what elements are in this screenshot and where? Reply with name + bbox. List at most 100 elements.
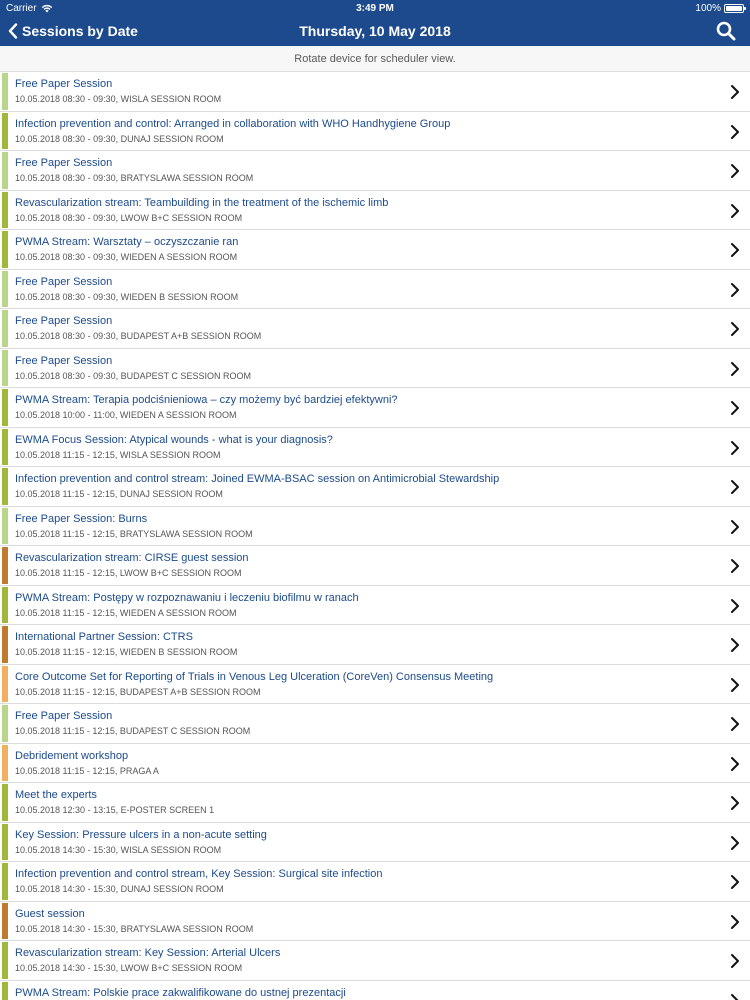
session-color-indicator — [2, 744, 8, 781]
session-color-indicator — [2, 310, 8, 347]
session-time-location: 10.05.2018 11:15 - 12:15, LWOW B+C SESSI… — [15, 568, 242, 578]
session-row[interactable]: PWMA Stream: Warsztaty – oczyszczanie ra… — [0, 230, 750, 270]
session-row[interactable]: PWMA Stream: Polskie prace zakwalifikowa… — [0, 980, 750, 1000]
session-color-indicator — [2, 428, 8, 465]
session-row[interactable]: Free Paper Session 10.05.2018 08:30 - 09:… — [0, 309, 750, 349]
navigation-bar: Sessions by Date Thursday, 10 May 2018 — [0, 16, 750, 46]
session-row[interactable]: Key Session: Pressure ulcers in a non-ac… — [0, 822, 750, 862]
chevron-right-icon — [731, 85, 739, 99]
session-color-indicator — [2, 507, 8, 544]
session-color-indicator — [2, 665, 8, 702]
chevron-right-icon — [731, 401, 739, 415]
status-left: Carrier — [6, 3, 53, 14]
chevron-right-icon — [731, 717, 739, 731]
status-time: 3:49 PM — [356, 2, 394, 14]
rotate-hint: Rotate device for scheduler view. — [0, 46, 750, 72]
session-color-indicator — [2, 784, 8, 821]
session-row[interactable]: EWMA Focus Session: Atypical wounds - wh… — [0, 427, 750, 467]
session-color-indicator — [2, 112, 8, 149]
session-row[interactable]: International Partner Session: CTRS 10.05… — [0, 625, 750, 665]
session-title: Core Outcome Set for Reporting of Trials… — [15, 670, 494, 683]
session-time-location: 10.05.2018 11:15 - 12:15, PRAGA A — [15, 765, 159, 776]
session-color-indicator — [2, 547, 8, 584]
session-row[interactable]: Free Paper Session 10.05.2018 08:30 - 09:… — [0, 348, 750, 388]
session-row[interactable]: Infection prevention and control stream:… — [0, 467, 750, 507]
session-row[interactable]: Free Paper Session 10.05.2018 11:15 - 12:… — [0, 704, 750, 744]
session-color-indicator — [2, 468, 8, 505]
session-title: Revascularization stream: Key Session: A… — [15, 947, 281, 959]
back-button[interactable]: Sessions by Date — [8, 16, 138, 46]
session-time-location: 10.05.2018 14:30 - 15:30, DUNAJ SESSION … — [15, 884, 224, 894]
session-title: Debridement workshop — [15, 749, 129, 762]
session-title: Infection prevention and control stream:… — [15, 473, 500, 485]
session-color-indicator — [2, 191, 8, 228]
session-time-location: 10.05.2018 08:30 - 09:30, WISLA SESSION … — [15, 94, 222, 104]
session-color-indicator — [2, 863, 8, 900]
session-title: Free Paper Session — [15, 354, 113, 367]
chevron-right-icon — [731, 440, 739, 455]
session-time-location: 10.05.2018 11:15 - 12:15, WIEDEN A SESSI… — [15, 607, 237, 618]
session-row[interactable]: Free Paper Session 10.05.2018 08:30 - 09:… — [0, 151, 750, 191]
chevron-right-icon — [731, 282, 739, 297]
session-color-indicator — [2, 389, 8, 426]
session-time-location: 10.05.2018 08:30 - 09:30, BUDAPEST C SES… — [15, 370, 251, 381]
session-time-location: 10.05.2018 14:30 - 15:30, BRATYSLAWA SES… — [15, 923, 254, 934]
session-title: Infection prevention and control stream,… — [15, 868, 383, 880]
session-title: Free Paper Session — [15, 78, 113, 90]
session-row[interactable]: Debridement workshop 10.05.2018 11:15 - 1… — [0, 743, 750, 783]
session-row[interactable]: Free Paper Session 10.05.2018 08:30 - 09:… — [0, 269, 750, 309]
session-row[interactable]: Free Paper Session 10.05.2018 08:30 - 09:… — [0, 72, 750, 112]
session-row[interactable]: Infection prevention and control stream,… — [0, 862, 750, 902]
search-button[interactable] — [716, 21, 736, 41]
session-title: EWMA Focus Session: Atypical wounds - wh… — [15, 433, 333, 446]
chevron-right-icon — [731, 203, 739, 218]
session-color-indicator — [2, 902, 8, 939]
chevron-right-icon — [731, 124, 739, 139]
chevron-right-icon — [731, 361, 739, 376]
session-row[interactable]: Revascularization stream: Key Session: A… — [0, 941, 750, 981]
session-row[interactable]: Revascularization stream: CIRSE guest se… — [0, 546, 750, 586]
session-time-location: 10.05.2018 08:30 - 09:30, LWOW B+C SESSI… — [15, 212, 243, 223]
session-title: Infection prevention and control: Arrang… — [15, 117, 451, 130]
session-row[interactable]: PWMA Stream: Terapia podciśnieniowa – cz… — [0, 388, 750, 428]
chevron-right-icon — [731, 480, 739, 494]
session-time-location: 10.05.2018 08:30 - 09:30, BUDAPEST A+B S… — [15, 331, 262, 341]
chevron-right-icon — [731, 519, 739, 534]
battery-icon — [724, 3, 746, 13]
session-color-indicator — [2, 626, 8, 663]
chevron-right-icon — [731, 954, 739, 968]
session-row[interactable]: Guest session 10.05.2018 14:30 - 15:30, B… — [0, 901, 750, 941]
chevron-right-icon — [731, 638, 739, 652]
session-color-indicator — [2, 942, 8, 979]
session-time-location: 10.05.2018 11:15 - 12:15, DUNAJ SESSION … — [15, 489, 223, 499]
session-title: Key Session: Pressure ulcers in a non-ac… — [15, 828, 267, 841]
chevron-right-icon — [731, 875, 739, 889]
session-title: Free Paper Session: Burns — [15, 512, 148, 525]
session-time-location: 10.05.2018 11:15 - 12:15, BUDAPEST C SES… — [15, 726, 251, 736]
session-title: Meet the experts — [15, 789, 97, 801]
session-time-location: 10.05.2018 10:00 - 11:00, WIEDEN A SESSI… — [15, 410, 237, 420]
session-row[interactable]: Infection prevention and control: Arrang… — [0, 111, 750, 151]
chevron-right-icon — [731, 677, 739, 692]
session-color-indicator — [2, 705, 8, 742]
session-time-location: 10.05.2018 11:15 - 12:15, BUDAPEST A+B S… — [15, 686, 261, 697]
status-bar: Carrier 3:49 PM 100% — [0, 0, 750, 16]
session-row[interactable]: Meet the experts 10.05.2018 12:30 - 13:15… — [0, 783, 750, 823]
session-time-location: 10.05.2018 08:30 - 09:30, BRATYSLAWA SES… — [15, 173, 254, 183]
session-time-location: 10.05.2018 08:30 - 09:30, DUNAJ SESSION … — [15, 133, 224, 144]
session-title: Free Paper Session — [15, 157, 113, 169]
session-row[interactable]: Free Paper Session: Burns 10.05.2018 11:1… — [0, 506, 750, 546]
session-row[interactable]: Revascularization stream: Teambuilding i… — [0, 190, 750, 230]
session-time-location: 10.05.2018 14:30 - 15:30, WISLA SESSION … — [15, 844, 222, 855]
session-list: Free Paper Session 10.05.2018 08:30 - 09:… — [0, 72, 750, 1000]
back-button-label: Sessions by Date — [22, 23, 138, 39]
session-title: Revascularization stream: CIRSE guest se… — [15, 552, 249, 564]
session-row[interactable]: Core Outcome Set for Reporting of Trials… — [0, 664, 750, 704]
chevron-right-icon — [731, 559, 739, 573]
session-color-indicator — [2, 586, 8, 623]
session-row[interactable]: PWMA Stream: Postępy w rozpoznawaniu i l… — [0, 585, 750, 625]
session-color-indicator — [2, 981, 8, 1000]
session-time-location: 10.05.2018 08:30 - 09:30, WIEDEN A SESSI… — [15, 252, 238, 262]
session-title: PWMA Stream: Polskie prace zakwalifikowa… — [15, 986, 346, 999]
session-color-indicator — [2, 349, 8, 386]
